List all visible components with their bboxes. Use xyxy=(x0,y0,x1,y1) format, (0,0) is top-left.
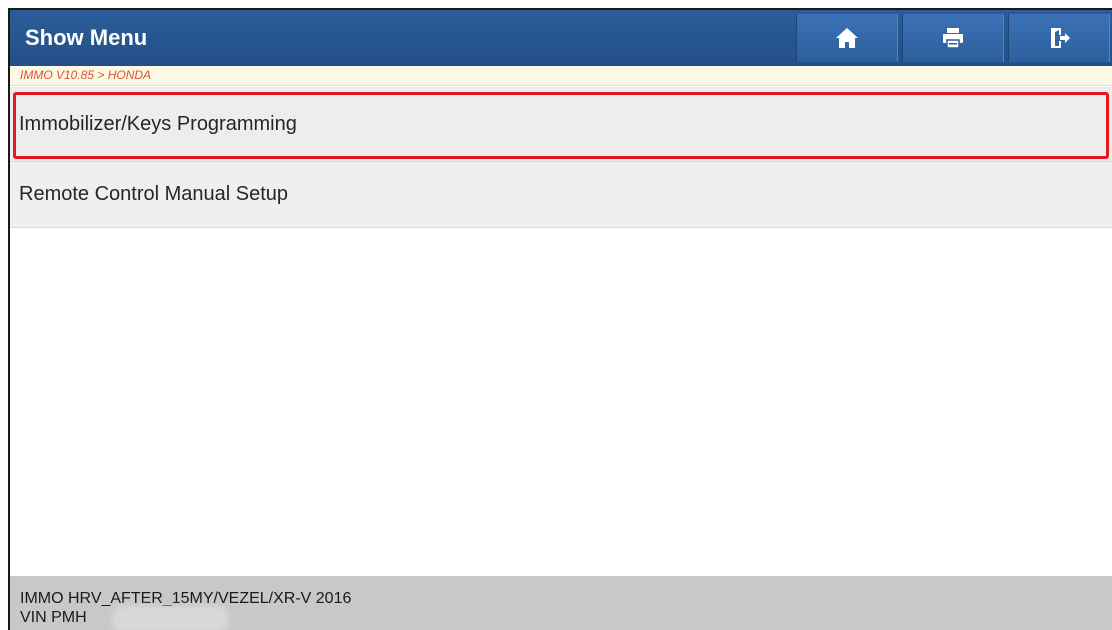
redaction-blur xyxy=(112,606,228,630)
print-icon xyxy=(943,28,963,49)
exit-icon xyxy=(1051,28,1070,48)
exit-button[interactable] xyxy=(1008,14,1110,62)
menu-item-label: Remote Control Manual Setup xyxy=(19,183,289,205)
vehicle-info-bar: IMMO HRV_AFTER_15MY/VEZEL/XR-V 2016 VIN … xyxy=(10,576,1112,630)
breadcrumb: IMMO V10.85 > HONDA xyxy=(10,66,1112,86)
home-button[interactable] xyxy=(796,14,898,62)
menu-item-label: Immobilizer/Keys Programming xyxy=(19,112,297,135)
header-toolbar xyxy=(792,14,1110,62)
print-button[interactable] xyxy=(902,14,1004,62)
menu-item-immobilizer-keys-programming[interactable]: Immobilizer/Keys Programming xyxy=(10,87,1112,162)
vin-prefix: VIN PMH xyxy=(20,609,87,626)
app-window: Show Menu IMMO V10.85 > HONDA Immobilize… xyxy=(8,8,1112,630)
page-title: Show Menu xyxy=(25,25,148,50)
title-bar: Show Menu xyxy=(10,10,1112,66)
home-icon xyxy=(836,28,858,48)
menu-item-remote-control-manual-setup[interactable]: Remote Control Manual Setup xyxy=(10,162,1112,228)
